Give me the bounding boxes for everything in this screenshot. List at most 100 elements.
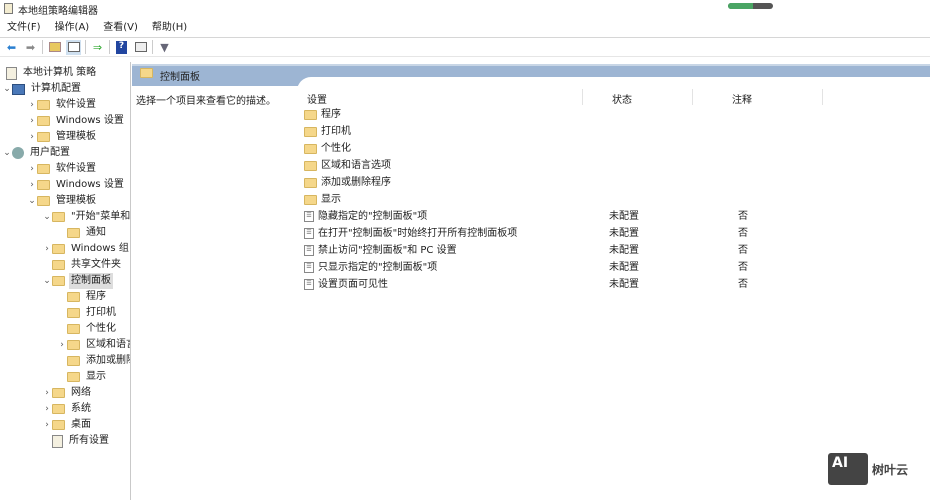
folder-row[interactable]: 程序 <box>304 106 804 123</box>
tree-item-label: 所有设置 <box>69 435 109 446</box>
folder-name: 程序 <box>321 109 341 120</box>
back-icon[interactable]: ⬅ <box>4 40 19 55</box>
menu-action[interactable]: 操作(A) <box>48 19 97 36</box>
setting-comment: 否 <box>738 262 748 273</box>
setting-row[interactable]: ☰ 只显示指定的"控制面板"项 未配置 否 <box>304 259 804 276</box>
folder-name: 显示 <box>321 194 341 205</box>
setting-row[interactable]: ☰ 禁止访问"控制面板"和 PC 设置 未配置 否 <box>304 242 804 259</box>
chevron-right-icon[interactable]: › <box>27 113 37 129</box>
setting-icon: ☰ <box>304 211 314 222</box>
tree-item[interactable]: › 桌面 <box>42 417 93 433</box>
column-setting[interactable]: 设置 <box>307 91 327 106</box>
export-icon[interactable]: ⇒ <box>90 40 105 55</box>
folder-icon <box>37 164 50 174</box>
folder-row[interactable]: 打印机 <box>304 123 804 140</box>
tree-item[interactable]: › 软件设置 <box>27 161 98 177</box>
show-hide-tree-icon[interactable] <box>66 39 81 55</box>
tree-item[interactable]: 个性化 <box>57 321 118 337</box>
column-comment[interactable]: 注释 <box>732 91 752 106</box>
tree-item[interactable]: 所有设置 <box>42 433 111 449</box>
tree-item-label: 系统 <box>71 403 91 414</box>
chevron-down-icon[interactable]: ⌄ <box>42 209 52 225</box>
setting-row[interactable]: ☰ 设置页面可见性 未配置 否 <box>304 276 804 293</box>
tree-item-label: 桌面 <box>71 419 91 430</box>
chevron-down-icon[interactable]: ⌄ <box>2 145 12 161</box>
tree-item[interactable]: 显示 <box>57 369 108 385</box>
tree-item[interactable]: › 软件设置 <box>27 97 98 113</box>
toolbar-divider <box>85 40 86 54</box>
tree-item[interactable]: 程序 <box>57 289 108 305</box>
tree-item-label: 计算机配置 <box>31 83 81 94</box>
tree-item[interactable]: › 系统 <box>42 401 93 417</box>
chevron-down-icon[interactable]: ⌄ <box>27 193 37 209</box>
menu-view[interactable]: 查看(V) <box>96 19 145 36</box>
menu-bar: 文件(F) 操作(A) 查看(V) 帮助(H) <box>0 19 194 36</box>
tree-item[interactable]: ⌄ 计算机配置 <box>2 81 83 97</box>
chevron-right-icon[interactable]: › <box>42 385 52 401</box>
tree-item-label: Windows 设置 <box>56 115 124 126</box>
tree-item-label: "开始"菜单和 <box>71 211 131 222</box>
tree-item[interactable]: ⌄ 用户配置 <box>2 145 72 161</box>
tree-item[interactable]: › 区域和语言 <box>57 337 130 353</box>
description-text: 选择一个项目来查看它的描述。 <box>136 96 276 107</box>
properties-icon[interactable] <box>133 40 148 55</box>
chevron-right-icon[interactable]: › <box>42 241 52 257</box>
tree-item[interactable]: › Windows 组 <box>42 241 130 257</box>
chevron-right-icon[interactable]: › <box>42 417 52 433</box>
toolbar-divider <box>152 40 153 54</box>
chevron-right-icon[interactable]: › <box>42 401 52 417</box>
help-icon[interactable]: ? <box>114 40 129 55</box>
setting-name: 只显示指定的"控制面板"项 <box>318 262 438 273</box>
tree-item[interactable]: 打印机 <box>57 305 118 321</box>
chevron-right-icon[interactable]: › <box>27 129 37 145</box>
setting-row[interactable]: ☰ 在打开"控制面板"时始终打开所有控制面板项 未配置 否 <box>304 225 804 242</box>
tree-item[interactable]: 添加或删除 <box>57 353 131 369</box>
folder-row[interactable]: 显示 <box>304 191 804 208</box>
folder-icon <box>52 244 65 254</box>
filter-icon[interactable]: ▼ <box>157 40 172 55</box>
tree-item-label: 网络 <box>71 387 91 398</box>
folder-name: 添加或删除程序 <box>321 177 391 188</box>
chevron-down-icon[interactable]: ⌄ <box>42 273 52 289</box>
policy-icon <box>6 66 17 80</box>
tree-item[interactable]: 共享文件夹 <box>42 257 123 273</box>
chevron-right-icon[interactable]: › <box>57 337 67 353</box>
tree-item[interactable]: › Windows 设置 <box>27 177 126 193</box>
toolbar-divider <box>42 40 43 54</box>
folder-row[interactable]: 个性化 <box>304 140 804 157</box>
column-divider[interactable] <box>822 89 823 105</box>
setting-state: 未配置 <box>609 228 639 239</box>
folder-icon <box>52 420 65 430</box>
chevron-down-icon[interactable]: ⌄ <box>2 81 12 97</box>
folder-icon <box>37 100 50 110</box>
window-title: 本地组策略编辑器 <box>18 6 98 17</box>
chevron-right-icon[interactable]: › <box>27 97 37 113</box>
tree-item[interactable]: › 管理模板 <box>27 129 98 145</box>
tree-item[interactable]: 通知 <box>57 225 108 241</box>
setting-row[interactable]: ☰ 隐藏指定的"控制面板"项 未配置 否 <box>304 208 804 225</box>
tree-item-label: 添加或删除 <box>86 355 131 366</box>
column-divider[interactable] <box>692 89 693 105</box>
folder-icon <box>67 372 80 382</box>
chevron-right-icon[interactable]: › <box>27 161 37 177</box>
menu-file[interactable]: 文件(F) <box>0 19 48 36</box>
tree-item-label: 显示 <box>86 371 106 382</box>
column-state[interactable]: 状态 <box>612 91 632 106</box>
tree-item[interactable]: ⌄ 管理模板 <box>27 193 98 209</box>
setting-comment: 否 <box>738 228 748 239</box>
up-folder-icon[interactable] <box>47 40 62 55</box>
tree-item[interactable]: › 网络 <box>42 385 93 401</box>
chevron-right-icon[interactable]: › <box>27 177 37 193</box>
column-divider[interactable] <box>582 89 583 105</box>
folder-row[interactable]: 区域和语言选项 <box>304 157 804 174</box>
folder-icon <box>140 68 153 78</box>
tree-item[interactable]: › Windows 设置 <box>27 113 126 129</box>
tree-item[interactable]: ⌄ 控制面板 <box>42 273 113 289</box>
tree-item[interactable]: ⌄ "开始"菜单和 <box>42 209 131 225</box>
tree-item[interactable]: 本地计算机 策略 <box>2 65 98 81</box>
menu-help[interactable]: 帮助(H) <box>145 19 194 36</box>
tree-item-label: 用户配置 <box>30 147 70 158</box>
folder-row[interactable]: 添加或删除程序 <box>304 174 804 191</box>
tree-item-label: 控制面板 <box>69 273 113 289</box>
forward-icon[interactable]: ➡ <box>23 40 38 55</box>
